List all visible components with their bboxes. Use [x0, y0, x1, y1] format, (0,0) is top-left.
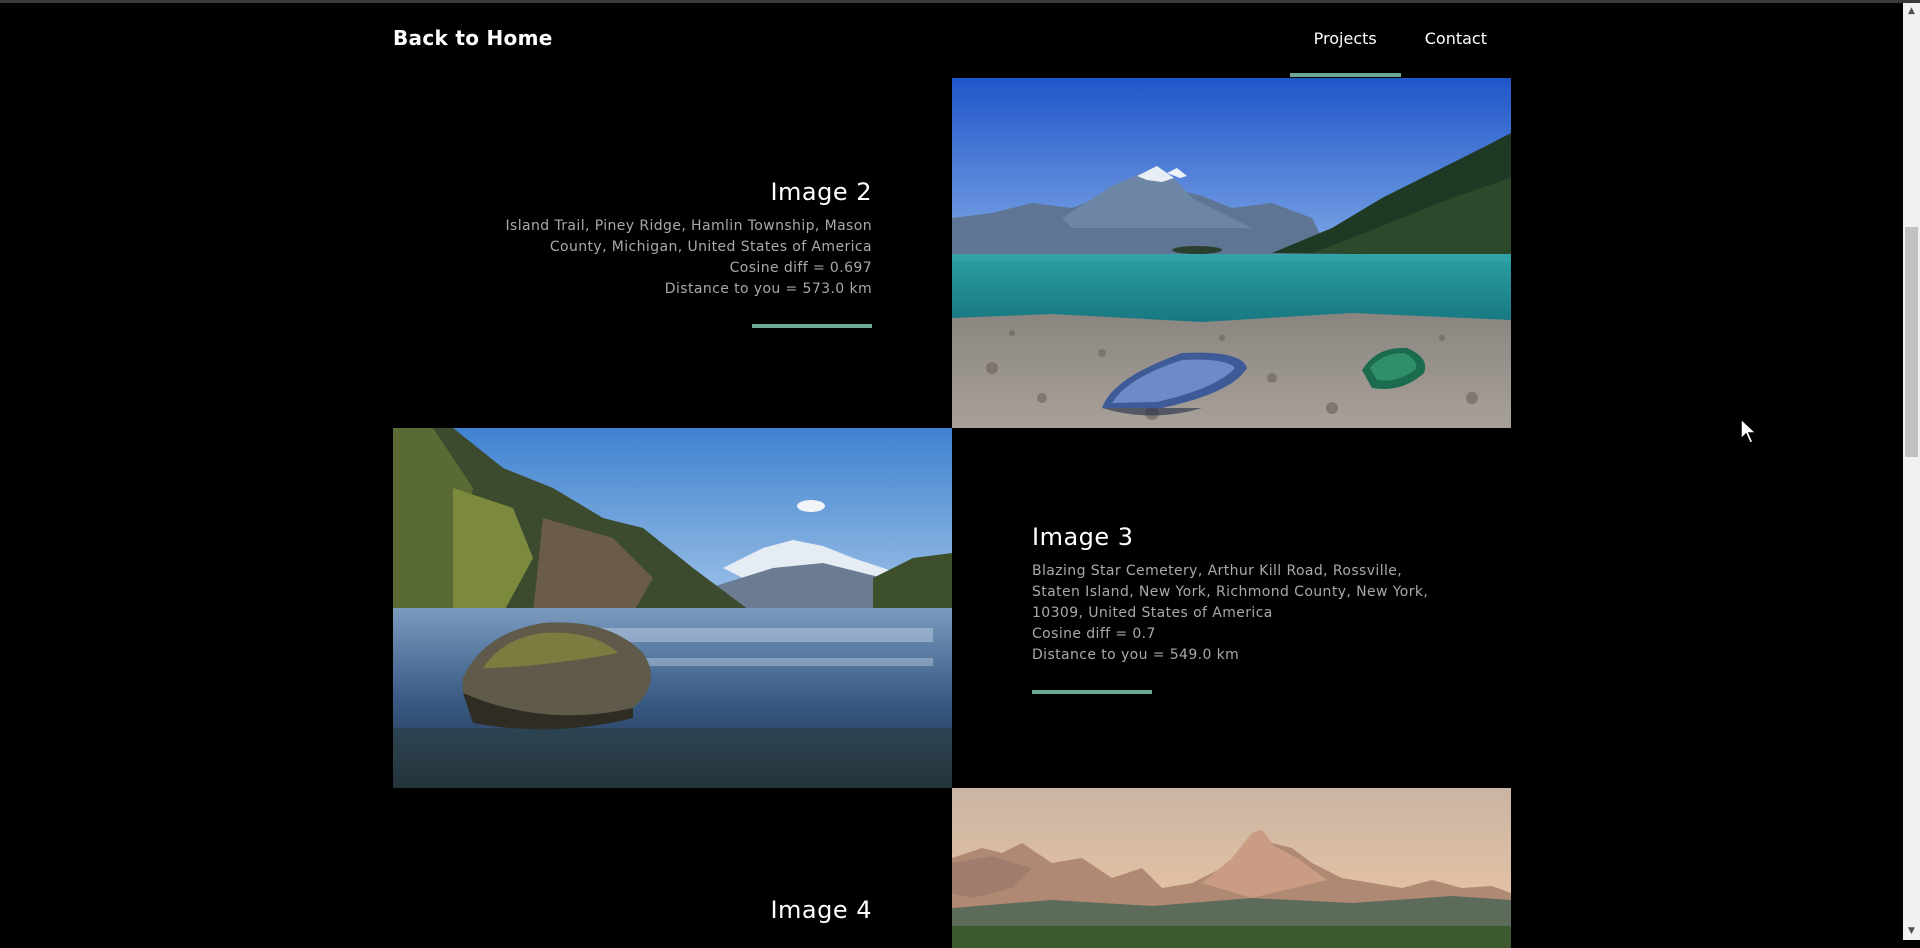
nav-projects[interactable]: Projects — [1289, 3, 1401, 77]
nav-projects-label: Projects — [1313, 29, 1377, 48]
project-image-2[interactable] — [952, 78, 1511, 428]
project-title: Image 2 — [770, 178, 872, 206]
project-distance: Distance to you = 549.0 km — [1032, 646, 1240, 663]
title-underline — [1032, 689, 1152, 694]
fjord-photo — [393, 428, 952, 788]
scroll-thumb[interactable] — [1905, 227, 1918, 457]
back-to-home-link[interactable]: Back to Home — [393, 26, 553, 50]
project-location: Island Trail, Piney Ridge, Hamlin Townsh… — [505, 218, 872, 234]
main-nav: Projects Contact — [1289, 3, 1511, 77]
project-location: Blazing Star Cemetery, Arthur Kill Road,… — [1032, 562, 1403, 579]
page-scrollbar[interactable]: ▲ ▼ — [1903, 3, 1920, 940]
lake-photo — [952, 78, 1511, 428]
project-grid: Image 2 Island Trail, Piney Ridge, Hamli… — [393, 78, 1511, 948]
project-distance: Distance to you = 573.0 km — [664, 281, 872, 297]
project-info-image-3: Image 3 Blazing Star Cemetery, Arthur Ki… — [952, 428, 1511, 788]
project-cosine: Cosine diff = 0.7 — [1032, 625, 1156, 642]
nav-contact[interactable]: Contact — [1401, 3, 1511, 75]
project-row: Image 2 Island Trail, Piney Ridge, Hamli… — [393, 78, 1511, 428]
project-info-image-2: Image 2 Island Trail, Piney Ridge, Hamli… — [393, 78, 952, 428]
scroll-up-arrow-icon[interactable]: ▲ — [1903, 3, 1920, 20]
title-underline — [752, 324, 872, 328]
project-image-4[interactable] — [952, 788, 1511, 948]
project-location: 10309, United States of America — [1032, 604, 1273, 621]
project-title: Image 4 — [770, 896, 872, 924]
project-info-image-4: Image 4 — [393, 788, 952, 948]
project-location: Staten Island, New York, Richmond County… — [1032, 583, 1429, 600]
scroll-down-arrow-icon[interactable]: ▼ — [1903, 923, 1920, 940]
mouse-cursor-icon — [1740, 418, 1758, 444]
project-location: County, Michigan, United States of Ameri… — [549, 239, 872, 255]
project-image-3[interactable] — [393, 428, 952, 788]
nav-contact-label: Contact — [1424, 29, 1487, 48]
alpine-photo — [952, 788, 1511, 948]
site-header: Back to Home Projects Contact — [393, 3, 1511, 77]
project-row: Image 4 — [393, 788, 1511, 948]
project-row: Image 3 Blazing Star Cemetery, Arthur Ki… — [393, 428, 1511, 788]
project-cosine: Cosine diff = 0.697 — [729, 260, 872, 276]
project-title: Image 3 — [1032, 522, 1134, 551]
